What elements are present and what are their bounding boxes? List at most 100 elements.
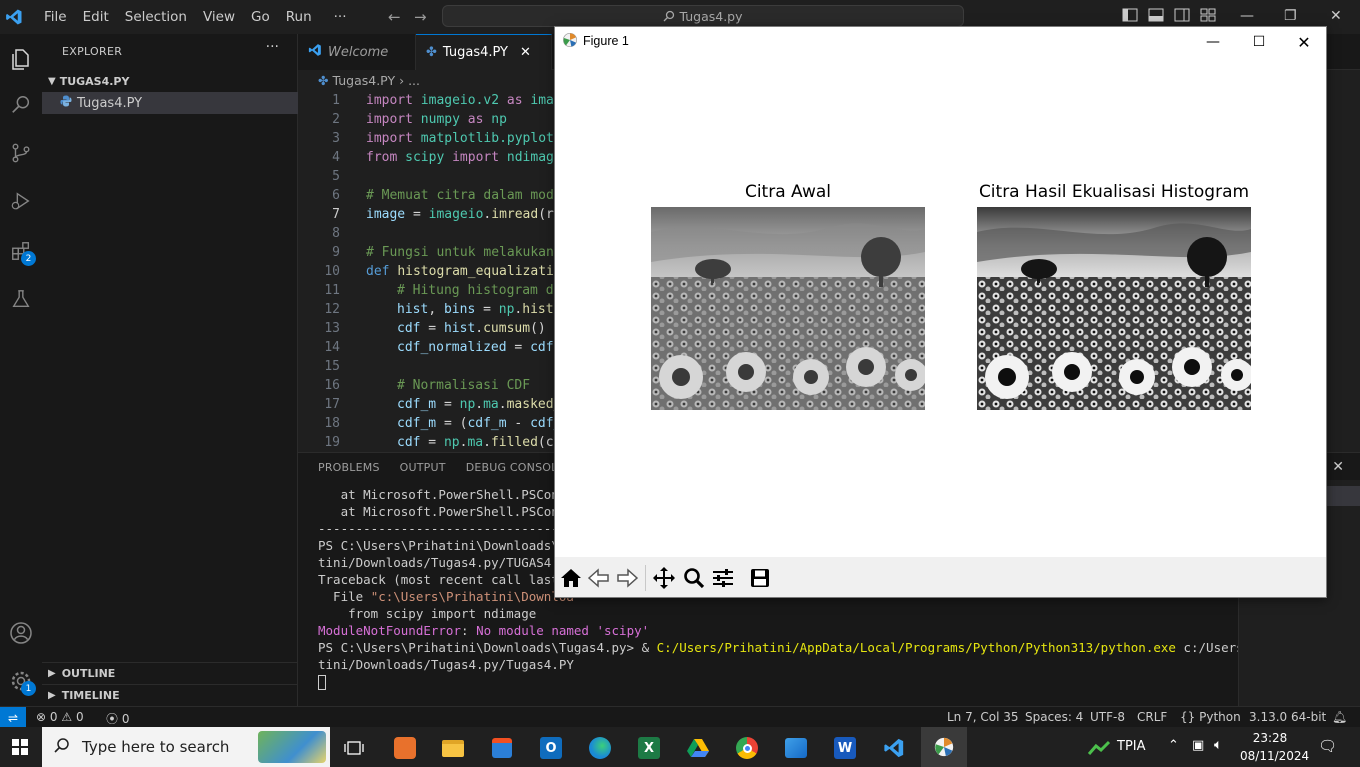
- command-center-search[interactable]: Tugas4.py: [442, 5, 964, 27]
- figure-minimize-icon[interactable]: —: [1191, 29, 1235, 55]
- tab-welcome[interactable]: Welcome: [298, 34, 416, 70]
- timeline-section[interactable]: ▶ TIMELINE: [42, 684, 298, 706]
- breadcrumb-rest[interactable]: ...: [408, 73, 420, 88]
- forward-arrow-icon[interactable]: →: [414, 8, 427, 26]
- code-editor[interactable]: 1import imageio.v2 as imag 2import numpy…: [298, 90, 554, 450]
- photos-icon[interactable]: [780, 732, 812, 764]
- menu-view[interactable]: View: [195, 0, 243, 34]
- tray-label[interactable]: TPIA: [1117, 739, 1146, 754]
- forward-arrow-icon[interactable]: [615, 566, 639, 590]
- vscode-taskbar-icon[interactable]: [878, 732, 910, 764]
- explorer-icon[interactable]: [6, 44, 36, 74]
- python-interpreter[interactable]: 3.13.0 64-bit: [1249, 710, 1326, 724]
- microsoft-store-icon[interactable]: [486, 732, 518, 764]
- menu-go[interactable]: Go: [243, 0, 278, 34]
- notification-center-icon[interactable]: 🗨︎: [1318, 737, 1337, 755]
- customize-layout-icon[interactable]: [1200, 8, 1216, 26]
- volume-icon[interactable]: 🔈︎: [1214, 737, 1222, 753]
- pan-move-icon[interactable]: [652, 566, 676, 590]
- tab-output[interactable]: OUTPUT: [400, 461, 446, 474]
- language-mode[interactable]: {} Python: [1180, 710, 1241, 724]
- toggle-secondary-sidebar-icon[interactable]: [1174, 8, 1190, 26]
- testing-flask-icon[interactable]: [6, 284, 36, 314]
- folder-header[interactable]: ▼ TUGAS4.PY: [42, 70, 298, 92]
- close-icon[interactable]: ✕: [1330, 8, 1342, 24]
- figure-maximize-icon[interactable]: ☐: [1237, 29, 1281, 55]
- back-arrow-icon[interactable]: ←: [388, 8, 401, 26]
- account-icon[interactable]: [6, 618, 36, 648]
- code-line: 10 def histogram_equalizatio: [324, 264, 554, 279]
- app-orange-icon[interactable]: [389, 732, 421, 764]
- save-floppy-icon[interactable]: [748, 566, 772, 590]
- terminal-line: tini/Downloads/Tugas4.py/TUGAS4.PY: [318, 555, 574, 570]
- indentation[interactable]: Spaces: 4: [1025, 710, 1083, 724]
- code-line: 6 # Memuat citra dalam mode: [332, 188, 554, 203]
- tab-debug-console[interactable]: DEBUG CONSOLE: [466, 461, 565, 474]
- search-icon[interactable]: [6, 90, 36, 120]
- code-line: 1import imageio.v2 as imag: [332, 93, 554, 108]
- menu-edit[interactable]: Edit: [75, 0, 117, 34]
- chevron-down-icon: ▼: [48, 75, 56, 87]
- restore-icon[interactable]: ❐: [1284, 8, 1297, 24]
- breadcrumb-file[interactable]: Tugas4.PY: [332, 73, 395, 88]
- taskbar-search-box[interactable]: Type here to search: [42, 727, 330, 767]
- figure-close-icon[interactable]: ✕: [1282, 29, 1326, 55]
- configure-subplots-icon[interactable]: [711, 566, 735, 590]
- problems-status[interactable]: ⊗ 0 ⚠ 0: [36, 710, 84, 724]
- tab-problems[interactable]: PROBLEMS: [318, 461, 380, 474]
- outlook-icon[interactable]: O: [535, 732, 567, 764]
- terminal-line: tini/Downloads/Tugas4.py/Tugas4.PY: [318, 657, 574, 672]
- cursor-position[interactable]: Ln 7, Col 35: [947, 710, 1019, 724]
- outline-section[interactable]: ▶ OUTLINE: [42, 662, 298, 684]
- run-debug-icon[interactable]: [6, 186, 36, 216]
- extensions-badge: 2: [21, 251, 36, 266]
- edge-browser-icon[interactable]: [584, 732, 616, 764]
- task-view-icon[interactable]: [338, 732, 370, 764]
- word-icon[interactable]: W: [829, 732, 861, 764]
- file-explorer-icon[interactable]: [437, 732, 469, 764]
- file-item-tugas4[interactable]: Tugas4.PY: [42, 92, 298, 114]
- notifications-bell-icon[interactable]: 🔔︎: [1332, 710, 1347, 724]
- tab-tugas4[interactable]: ✤ Tugas4.PY ✕: [416, 34, 552, 70]
- toggle-panel-icon[interactable]: [1148, 8, 1164, 26]
- close-panel-icon[interactable]: ✕: [1332, 459, 1344, 475]
- weather-network-icon[interactable]: [1086, 732, 1112, 764]
- code-line: 8: [332, 226, 340, 241]
- search-highlight-image-icon: [258, 731, 326, 763]
- close-tab-icon[interactable]: ✕: [520, 45, 531, 60]
- settings-gear-icon[interactable]: 1: [6, 666, 36, 696]
- google-drive-icon[interactable]: [682, 732, 714, 764]
- minimize-icon[interactable]: —: [1240, 8, 1254, 24]
- code-line: 11 # Hitung histogram da: [324, 283, 554, 298]
- vscode-logo-icon: [2, 0, 26, 34]
- matplotlib-taskbar-icon[interactable]: [921, 727, 967, 767]
- windows-taskbar: Type here to search O X W TPIA ⌃ ▣ 🔈︎ 23…: [0, 727, 1360, 767]
- clock-time: 23:28: [1252, 731, 1288, 745]
- toolbar-divider: [645, 565, 646, 591]
- explorer-title: EXPLORER: [62, 45, 123, 58]
- menu-selection[interactable]: Selection: [117, 0, 195, 34]
- file-name: Tugas4.PY: [77, 95, 143, 111]
- windows-start-icon[interactable]: [0, 727, 40, 767]
- end-of-line[interactable]: CRLF: [1137, 710, 1167, 724]
- error-icon: ⊗: [36, 710, 47, 724]
- menu-more[interactable]: ···: [326, 0, 355, 34]
- zoom-magnifier-icon[interactable]: [682, 566, 706, 590]
- chrome-icon[interactable]: [731, 732, 763, 764]
- menu-run[interactable]: Run: [278, 0, 320, 34]
- back-arrow-icon[interactable]: [587, 566, 611, 590]
- tray-clock[interactable]: 23:28 08/11/2024: [1240, 729, 1309, 765]
- source-control-icon[interactable]: [6, 138, 36, 168]
- remote-indicator-icon[interactable]: ⇌: [0, 707, 26, 728]
- encoding[interactable]: UTF-8: [1090, 710, 1125, 724]
- extensions-icon[interactable]: 2: [6, 236, 36, 266]
- home-icon[interactable]: [559, 566, 583, 590]
- ports-status[interactable]: ⦿ 0: [106, 710, 129, 727]
- tray-chevron-up-icon[interactable]: ⌃: [1168, 738, 1179, 753]
- network-icon[interactable]: ▣: [1192, 738, 1204, 753]
- code-line: 16 # Normalisasi CDF: [324, 378, 531, 393]
- excel-icon[interactable]: X: [633, 732, 665, 764]
- toggle-sidebar-icon[interactable]: [1122, 8, 1138, 26]
- menu-file[interactable]: File: [36, 0, 75, 34]
- explorer-more-icon[interactable]: ···: [266, 39, 279, 55]
